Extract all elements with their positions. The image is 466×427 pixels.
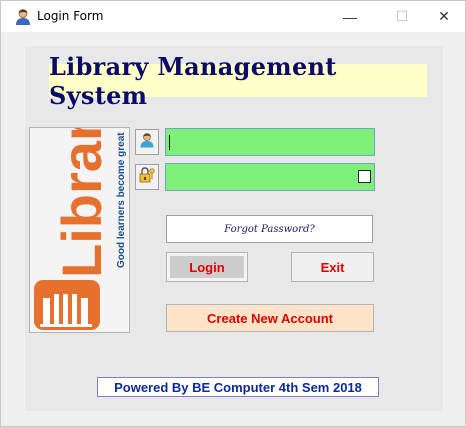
forgot-password-button[interactable]: Forgot Password? — [166, 215, 373, 243]
book-icon — [34, 280, 100, 330]
user-icon — [139, 132, 155, 153]
close-button[interactable]: ✕ — [421, 1, 466, 32]
title-bar: Login Form — ☐ ✕ — [1, 1, 465, 32]
minimize-button[interactable]: — — [327, 1, 373, 32]
page-title: Library Management System — [49, 52, 427, 110]
library-logo: Library Good learners become great — [29, 127, 130, 333]
username-input[interactable] — [165, 128, 375, 156]
password-icon-box — [135, 164, 159, 190]
login-button-label: Login — [170, 256, 244, 278]
exit-button[interactable]: Exit — [291, 252, 374, 282]
login-button[interactable]: Login — [166, 252, 248, 282]
create-account-button[interactable]: Create New Account — [166, 304, 374, 332]
login-window: Login Form — ☐ ✕ Library Management Syst… — [0, 0, 466, 427]
maximize-button[interactable]: ☐ — [379, 1, 425, 32]
password-input[interactable] — [165, 163, 375, 191]
user-icon — [14, 8, 32, 26]
footer-credit: Powered By BE Computer 4th Sem 2018 — [97, 377, 379, 397]
logo-tagline: Good learners become great — [116, 132, 127, 268]
show-password-checkbox[interactable] — [358, 170, 371, 183]
lock-icon — [138, 166, 156, 189]
text-caret — [169, 135, 170, 150]
username-icon-box — [135, 129, 159, 155]
logo-word: Library — [50, 128, 113, 278]
window-title: Login Form — [37, 9, 104, 23]
